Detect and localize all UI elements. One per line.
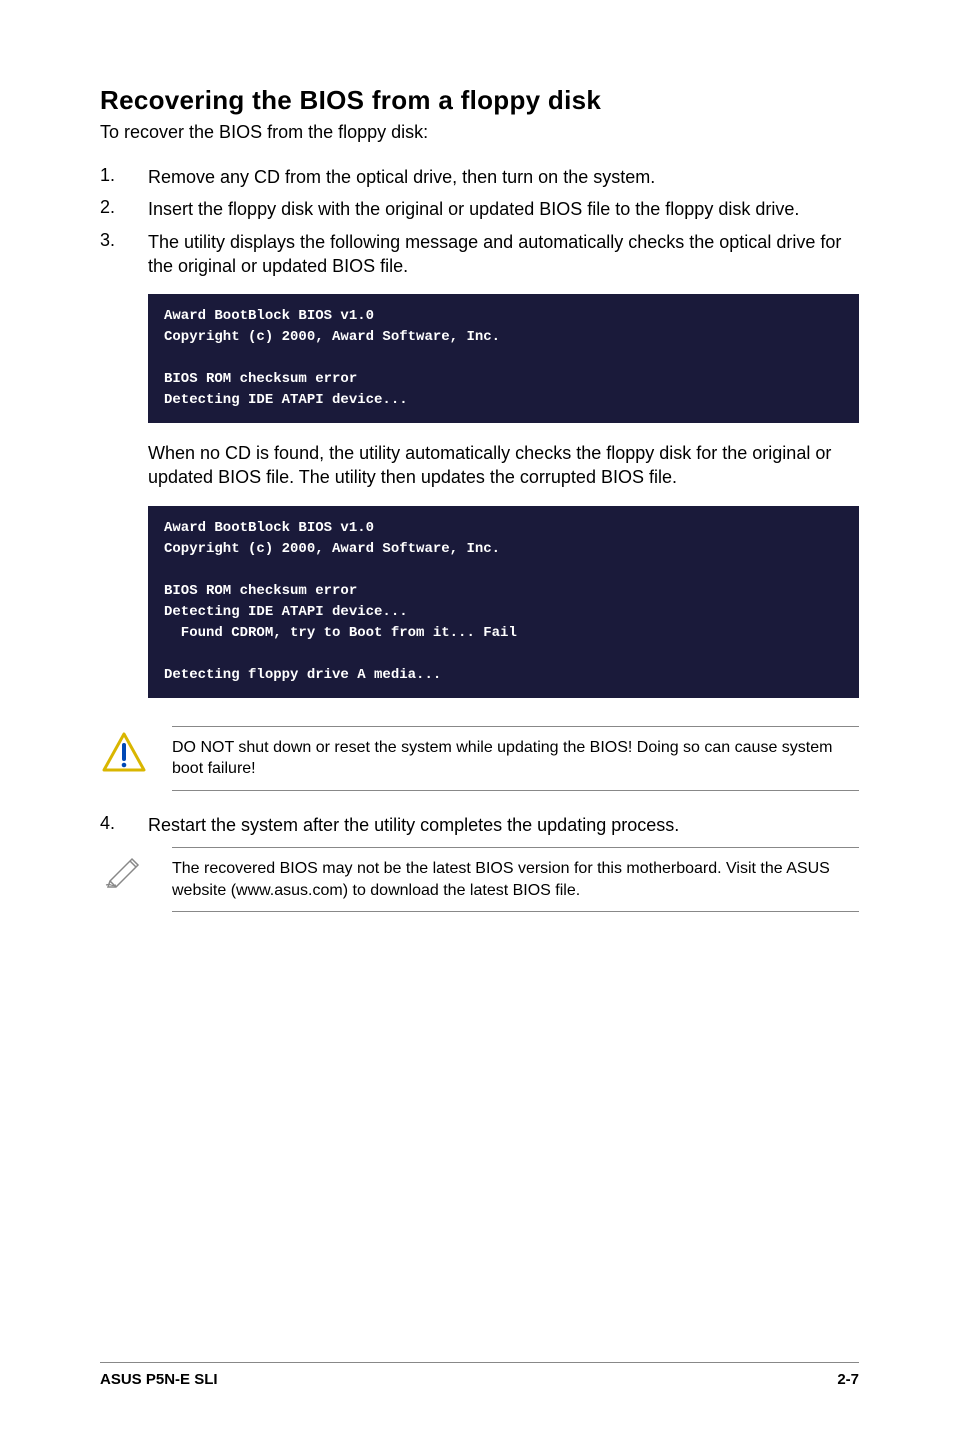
step-3: 3. The utility displays the following me… (100, 230, 859, 279)
page-heading: Recovering the BIOS from a floppy disk (100, 85, 859, 116)
note-text: The recovered BIOS may not be the latest… (172, 847, 859, 912)
intro-text: To recover the BIOS from the floppy disk… (100, 122, 859, 143)
step-number: 4. (100, 813, 120, 837)
step-text: Insert the floppy disk with the original… (148, 197, 799, 221)
terminal-output-2: Award BootBlock BIOS v1.0 Copyright (c) … (148, 506, 859, 698)
pencil-icon (100, 847, 148, 889)
step-text: The utility displays the following messa… (148, 230, 859, 279)
step-number: 3. (100, 230, 120, 279)
step-text: Restart the system after the utility com… (148, 813, 679, 837)
mid-paragraph: When no CD is found, the utility automat… (148, 441, 859, 490)
terminal-output-1: Award BootBlock BIOS v1.0 Copyright (c) … (148, 294, 859, 423)
step-text: Remove any CD from the optical drive, th… (148, 165, 655, 189)
step-2: 2. Insert the floppy disk with the origi… (100, 197, 859, 221)
warning-callout: DO NOT shut down or reset the system whi… (100, 726, 859, 791)
note-callout: The recovered BIOS may not be the latest… (100, 847, 859, 912)
footer-left-text: ASUS P5N-E SLI (100, 1371, 218, 1388)
warning-text: DO NOT shut down or reset the system whi… (172, 726, 859, 791)
step-1: 1. Remove any CD from the optical drive,… (100, 165, 859, 189)
step-4: 4. Restart the system after the utility … (100, 813, 859, 837)
footer-page-number: 2-7 (837, 1371, 859, 1388)
page-footer: ASUS P5N-E SLI 2-7 (100, 1362, 859, 1388)
warning-icon (100, 726, 148, 772)
step-number: 1. (100, 165, 120, 189)
step-number: 2. (100, 197, 120, 221)
